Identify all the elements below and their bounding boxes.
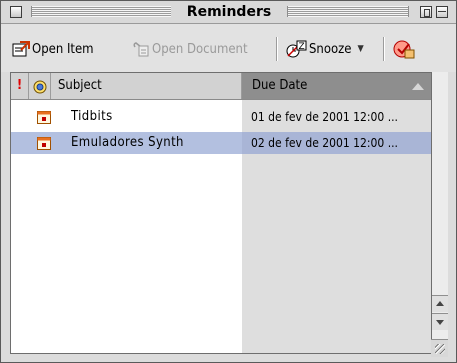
title-bar[interactable]: Reminders	[1, 1, 456, 24]
calendar-event-icon	[37, 111, 51, 124]
close-box[interactable]	[10, 6, 22, 18]
resize-grip-icon[interactable]	[431, 339, 448, 357]
table-row[interactable]: Tidbits 01 de fev de 2001 12:00 ...	[11, 106, 432, 128]
svg-text:Z: Z	[299, 42, 305, 52]
snooze-label: Snooze	[309, 41, 352, 57]
importance-column-header[interactable]: !	[11, 73, 29, 99]
subject-column-header[interactable]: Subject	[51, 73, 242, 99]
reminders-table[interactable]: ! Subject Due Date Tidbits 01 de fev de …	[10, 72, 433, 354]
scroll-down-arrow-icon[interactable]	[432, 313, 448, 330]
open-item-label: Open Item	[32, 41, 94, 57]
row-due-date: 01 de fev de 2001 12:00 ...	[251, 110, 398, 124]
open-document-button[interactable]: Open Document	[132, 38, 248, 60]
toolbar: Open Item Open Document Z Snooze ▼	[1, 24, 456, 72]
reminders-window: Reminders Open Item Open Document Z Snoo…	[0, 0, 457, 363]
status-icon	[33, 78, 47, 94]
title-stripes-left	[31, 6, 173, 17]
table-header: ! Subject Due Date	[11, 73, 432, 100]
status-column-header[interactable]	[29, 73, 51, 99]
snooze-button[interactable]: Z Snooze ▼	[285, 38, 364, 60]
scheduler-icon[interactable]	[392, 39, 416, 59]
open-document-label: Open Document	[152, 41, 248, 57]
snooze-icon: Z	[285, 40, 307, 58]
open-item-icon	[12, 41, 30, 57]
toolbar-separator	[383, 37, 385, 61]
sort-ascending-icon	[412, 83, 424, 90]
row-due-date: 02 de fev de 2001 12:00 ...	[242, 132, 432, 154]
row-subject: Tidbits	[71, 109, 113, 124]
collapse-box[interactable]	[420, 6, 432, 18]
title-stripes-right	[287, 6, 409, 17]
row-subject: Emuladores Synth	[71, 135, 184, 150]
table-row[interactable]: Emuladores Synth 02 de fev de 2001 12:00…	[11, 132, 432, 154]
scroll-up-arrow-icon[interactable]	[432, 295, 448, 312]
open-document-icon	[132, 41, 150, 57]
zoom-box[interactable]	[436, 6, 448, 18]
calendar-event-icon	[37, 137, 51, 150]
chevron-down-icon[interactable]: ▼	[358, 44, 364, 54]
toolbar-separator	[276, 37, 278, 61]
vertical-scrollbar[interactable]	[431, 72, 448, 354]
window-title: Reminders	[171, 3, 287, 21]
due-date-column-header[interactable]: Due Date	[242, 73, 432, 99]
due-date-header-label: Due Date	[252, 78, 308, 93]
open-item-button[interactable]: Open Item	[12, 38, 94, 60]
